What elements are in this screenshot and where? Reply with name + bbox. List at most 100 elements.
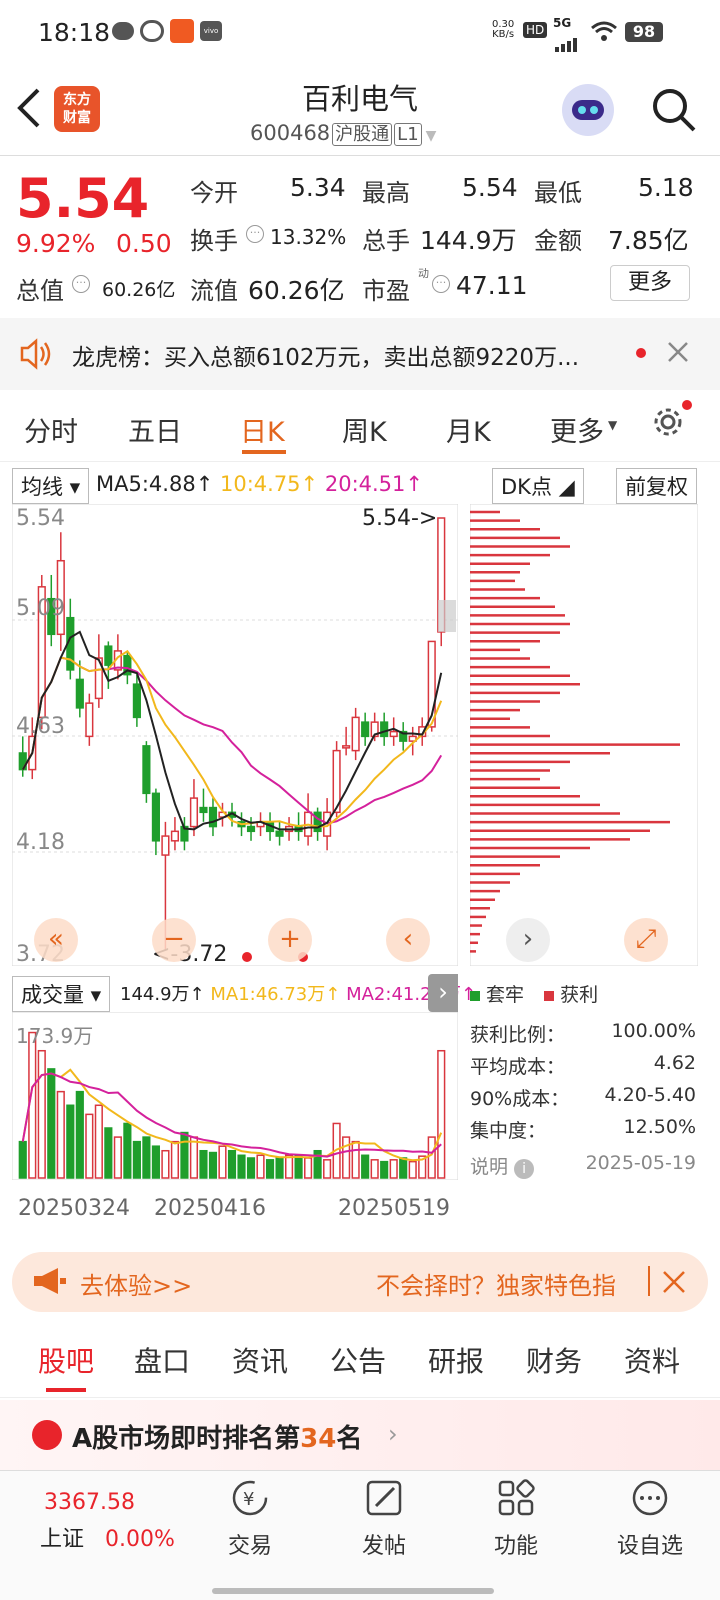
low-value: 5.18: [638, 173, 694, 202]
avg-cost-row: 平均成本： 4.62: [470, 1052, 696, 1078]
open-value: 5.34: [290, 173, 346, 202]
turnover-info-icon[interactable]: ···: [246, 225, 264, 243]
adjust-selector[interactable]: 前复权: [616, 468, 697, 504]
close-icon[interactable]: [666, 340, 690, 364]
mcap-value: 60.26亿: [102, 279, 176, 301]
ma-legend: MA5:4.88↑ 10:4.75↑ 20:4.51↑: [96, 472, 424, 496]
candle-body: [342, 745, 351, 749]
tab-finance[interactable]: 财务: [526, 1340, 582, 1380]
stock-code: 600468: [250, 121, 331, 145]
volume-ma1: MA1:46.73万: [210, 984, 326, 1005]
expand-icon[interactable]: ⤢: [624, 918, 668, 962]
explain-label[interactable]: 说明: [470, 1156, 508, 1178]
taobao-icon: [170, 19, 194, 43]
concentration-value: 12.50%: [623, 1116, 696, 1138]
chip-scroll-right-icon[interactable]: ›: [506, 918, 550, 962]
price-axis-label-top: 5.54: [16, 506, 65, 531]
concentration-row: 集中度： 12.50%: [470, 1116, 696, 1142]
price-cursor-block: [438, 600, 456, 632]
profit-label: 获利: [560, 984, 599, 1006]
scroll-left-icon[interactable]: ‹: [386, 918, 430, 962]
volume-bar: [380, 1160, 389, 1179]
nav-trade[interactable]: ¥ 交易: [200, 1478, 300, 1560]
zoom-out-icon[interactable]: −: [152, 918, 196, 962]
tab-news[interactable]: 资讯: [232, 1340, 288, 1380]
candle-body: [189, 797, 199, 828]
kline-chart[interactable]: [12, 504, 458, 966]
volume-legend: 144.9万↑ MA1:46.73万↑ MA2:41.20万↑: [120, 984, 477, 1005]
nav-post[interactable]: 发帖: [334, 1478, 434, 1560]
tab-monthly-k[interactable]: 月K: [446, 410, 491, 449]
tab-pankou[interactable]: 盘口: [134, 1340, 190, 1380]
volume-bar: [123, 1122, 132, 1179]
scroll-left-fast-icon[interactable]: «: [34, 918, 78, 962]
zoom-in-icon[interactable]: +: [268, 918, 312, 962]
svg-text:¥: ¥: [243, 1489, 254, 1510]
volume-bar: [284, 1154, 294, 1179]
price-axis-label-2: 5.09: [16, 596, 65, 621]
trade-icon: ¥: [232, 1480, 268, 1516]
candle-body: [199, 806, 208, 814]
help-icon[interactable]: i: [514, 1159, 535, 1179]
promo-close-icon[interactable]: [662, 1270, 686, 1294]
volume-bar: [437, 1049, 446, 1179]
ma-selector[interactable]: 均线 ▾: [12, 468, 90, 504]
volume-bar: [75, 1090, 84, 1179]
tab-profile[interactable]: 资料: [624, 1340, 680, 1380]
volume-expand-icon[interactable]: ›: [428, 974, 458, 1012]
app-icon: [140, 20, 164, 42]
volume-bar: [56, 1090, 65, 1179]
info-icon[interactable]: ···: [72, 275, 90, 293]
high-value: 5.54: [462, 173, 518, 202]
tab-weekly-k[interactable]: 周K: [342, 410, 387, 449]
profit-ratio-value: 100.00%: [611, 1020, 696, 1042]
dragon-tiger-notice[interactable]: 龙虎榜：买入总额6102万元，卖出总额9220万...: [0, 318, 720, 390]
search-icon[interactable]: [650, 86, 698, 134]
status-bar: 18:18 vivo 0.30 KB/s HD 5G 98: [0, 0, 720, 64]
chip-distribution-chart[interactable]: [470, 504, 698, 966]
candle-body: [85, 702, 94, 738]
notice-text: 龙虎榜：买入总额6102万元，卖出总额9220万...: [72, 345, 579, 371]
avg-cost-value: 4.62: [653, 1052, 696, 1074]
nav-function[interactable]: 功能: [466, 1478, 566, 1560]
volume-bar: [265, 1159, 275, 1179]
tab-guba[interactable]: 股吧: [38, 1340, 94, 1380]
chip-footer: 说明 i 2025-05-19: [470, 1152, 696, 1179]
promo-banner[interactable]: 去体验>> 不会择时？独家特色指: [12, 1252, 708, 1312]
volume-selector[interactable]: 成交量 ▾: [12, 976, 111, 1012]
mcap-label: 总值: [16, 277, 64, 305]
stock-header: 东方 财富 百利电气 600468 沪股通 L1 ▼: [0, 64, 720, 156]
level-tag: L1: [394, 123, 422, 146]
quote-panel: 5.54 9.92% 0.50 总值 ··· 60.26亿 今开 5.34 最高…: [0, 157, 720, 315]
tab-daily-k[interactable]: 日K: [240, 410, 285, 449]
volume-value: 144.9万: [120, 984, 190, 1005]
pe-value: 47.11: [456, 271, 528, 300]
settings-gear-icon[interactable]: [650, 404, 686, 440]
index-change: 0.00%: [105, 1527, 175, 1552]
pe-label: 市盈: [362, 277, 410, 305]
tab-research[interactable]: 研报: [428, 1340, 484, 1380]
dk-point-selector[interactable]: DK点 ◢: [492, 468, 584, 504]
tab-announcements[interactable]: 公告: [330, 1340, 386, 1380]
index-ticker[interactable]: 3367.58 上证 0.00%: [40, 1490, 175, 1553]
amount-value: 7.85亿: [608, 226, 689, 255]
volume-bar: [66, 1104, 75, 1179]
profit-swatch: [544, 991, 555, 1001]
pe-dynamic-mark: 动: [418, 267, 429, 280]
pe-info-icon[interactable]: ···: [432, 275, 450, 293]
more-dropdown-icon[interactable]: ▼: [608, 418, 617, 432]
tab-five-day[interactable]: 五日: [128, 410, 182, 449]
more-button[interactable]: 更多: [610, 265, 690, 301]
promo-try-link[interactable]: 去体验>>: [80, 1266, 192, 1301]
volume-bar: [113, 1136, 122, 1179]
robot-assistant-icon[interactable]: [562, 84, 614, 136]
nav-add-watchlist[interactable]: 设自选: [600, 1478, 700, 1560]
index-name: 上证: [40, 1527, 85, 1552]
tab-intraday[interactable]: 分时: [24, 410, 78, 449]
tab-more[interactable]: 更多: [550, 410, 604, 449]
volume-bar: [323, 1159, 332, 1179]
dropdown-icon[interactable]: ▼: [426, 128, 437, 144]
net-speed: 0.30 KB/s: [492, 19, 515, 40]
wechat-icon: [112, 22, 134, 40]
ranking-banner[interactable]: A股市场即时排名第34名 ›: [0, 1400, 720, 1470]
